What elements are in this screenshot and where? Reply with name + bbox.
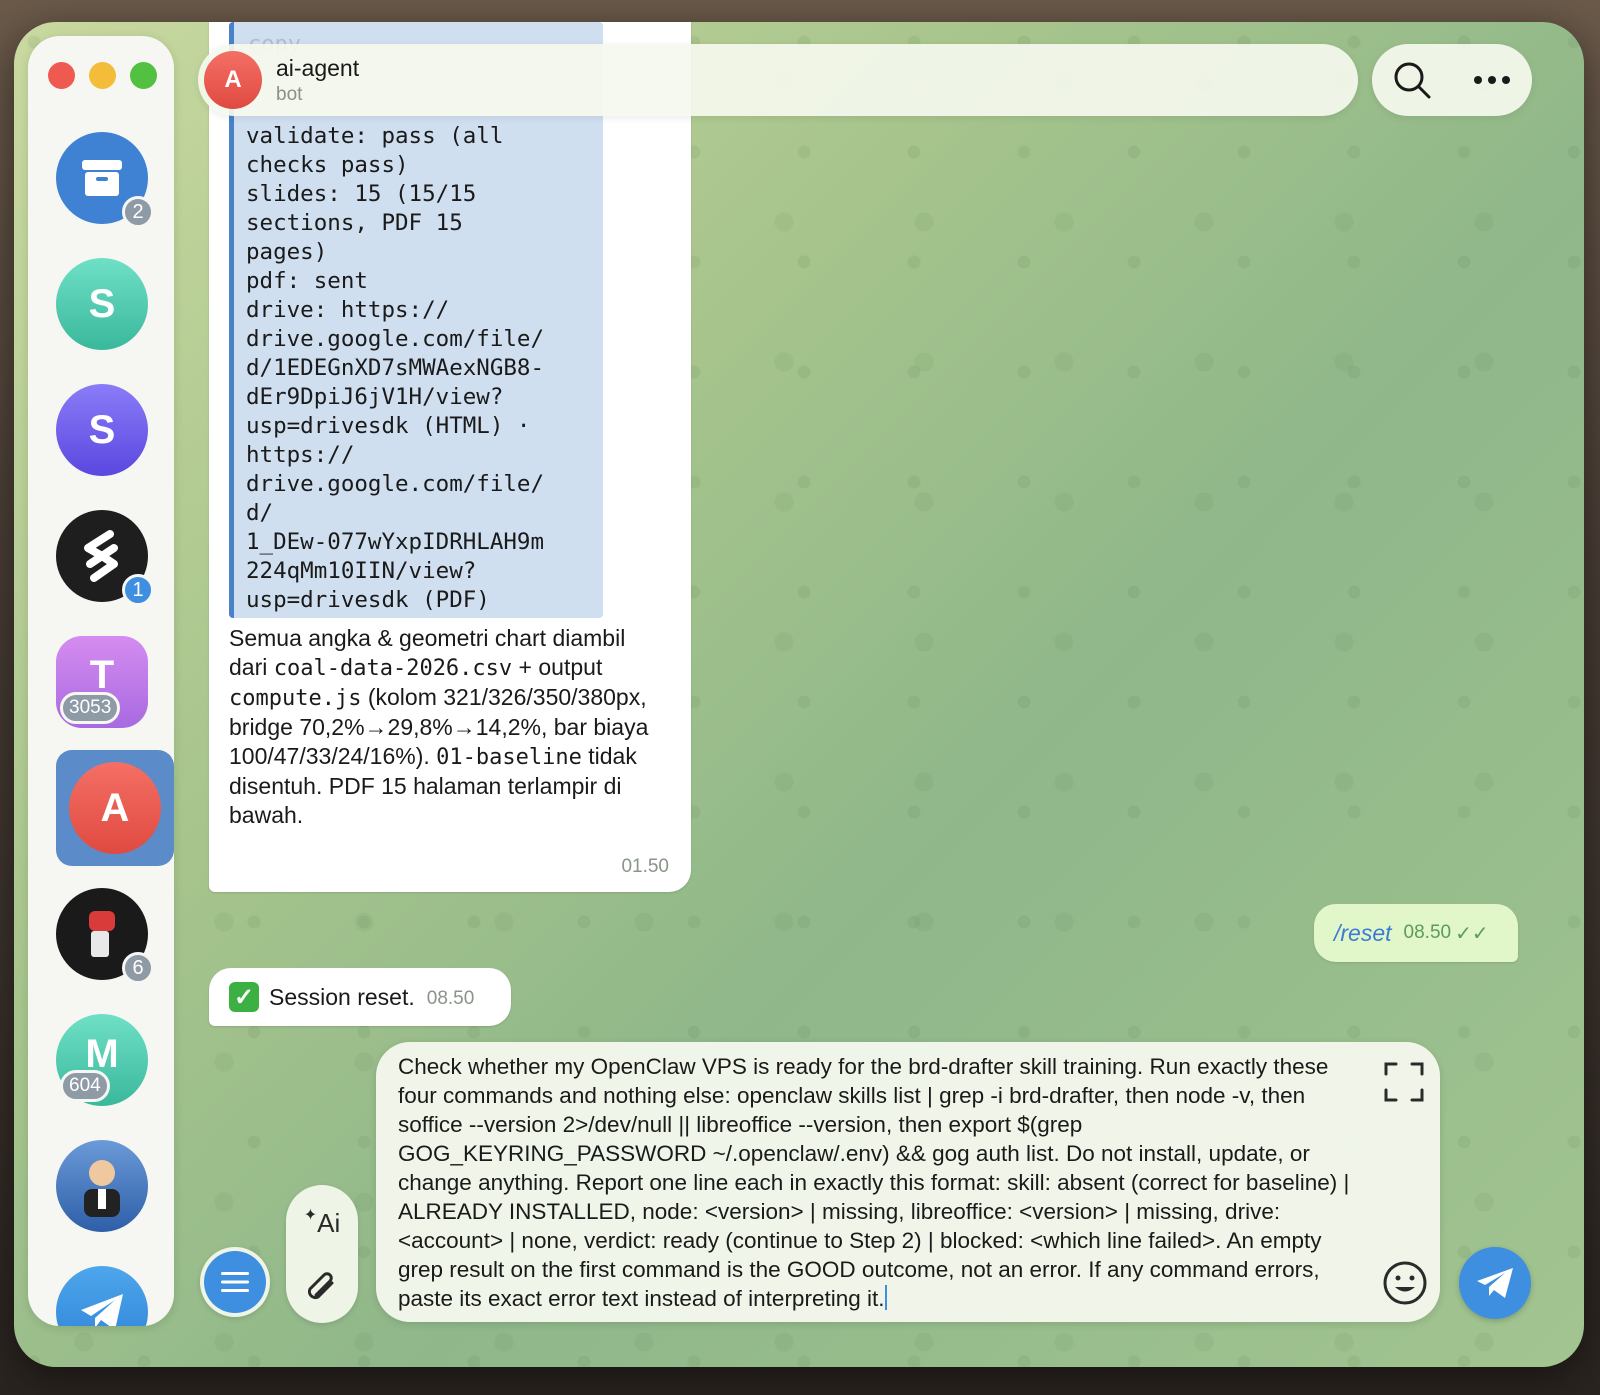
- message-body-text: Session reset.: [269, 983, 415, 1010]
- send-plane-icon: [1477, 1268, 1513, 1298]
- chat-avatar-letter: S: [88, 407, 116, 452]
- chat-item-s-teal[interactable]: S: [56, 258, 148, 350]
- inline-code: 01-baseline: [436, 745, 582, 770]
- search-icon[interactable]: [1392, 60, 1432, 100]
- unread-badge: 2: [122, 196, 154, 228]
- unread-badge: 3053: [60, 692, 121, 724]
- minimize-window-button[interactable]: [89, 62, 116, 89]
- archive-icon: [82, 160, 122, 196]
- inline-code: compute.js: [229, 686, 362, 711]
- message-time: 01.50: [621, 856, 669, 877]
- chat-header[interactable]: A ai-agent bot: [198, 44, 1358, 116]
- close-window-button[interactable]: [48, 62, 75, 89]
- message-body-text: Semua angka & geometri chart diambil dar…: [229, 624, 649, 830]
- brand-logo-icon: [84, 530, 118, 582]
- chat-header-avatar[interactable]: A: [204, 51, 262, 109]
- chat-item-archive[interactable]: 2: [56, 132, 154, 228]
- text-segment: + output: [512, 654, 603, 680]
- chat-avatar-letter: T: [89, 652, 115, 697]
- chat-item-cartoon-avatar[interactable]: [56, 1140, 148, 1232]
- telegram-window: 2 S S 1 T 3053 A 6 M 604 validate: pass …: [14, 22, 1584, 1367]
- unread-badge: 604: [60, 1070, 110, 1102]
- message-bot-report: copy validate: pass (all checks pass) sl…: [209, 22, 691, 892]
- read-receipt-icon: ✓✓: [1455, 922, 1489, 945]
- text-caret: [884, 1285, 887, 1310]
- bot-menu-button[interactable]: [200, 1247, 270, 1317]
- chat-item-s-purple[interactable]: S: [56, 384, 148, 476]
- sparkle-icon: ✦: [303, 1207, 318, 1224]
- chat-avatar-letter: S: [88, 281, 116, 326]
- chat-item-fist-channel[interactable]: 6: [56, 888, 154, 984]
- chat-avatar-letter: A: [100, 785, 130, 830]
- ai-tools-button[interactable]: ✦Ai: [286, 1205, 358, 1239]
- zoom-window-button[interactable]: [130, 62, 157, 89]
- header-actions: [1372, 44, 1532, 116]
- window-controls: [48, 62, 157, 89]
- menu-icon: [221, 1272, 249, 1292]
- inline-code: coal-data-2026.csv: [273, 656, 513, 681]
- attach-paperclip-icon[interactable]: [304, 1267, 340, 1309]
- message-time: 08.50: [1403, 922, 1452, 943]
- more-options-icon[interactable]: [1472, 74, 1512, 86]
- message-input-text: Check whether my OpenClaw VPS is ready f…: [398, 1054, 1350, 1311]
- bot-command-link[interactable]: /reset: [1334, 920, 1392, 947]
- chat-item-t[interactable]: T 3053: [56, 636, 148, 728]
- message-user-reset: /reset 08.50 ✓✓: [1314, 904, 1518, 962]
- message-bot-session-reset: ✓ Session reset. 08.50: [209, 968, 511, 1026]
- ai-agent-avatar: A: [69, 762, 161, 854]
- expand-composer-icon[interactable]: [1384, 1062, 1424, 1102]
- ai-label: Ai: [317, 1208, 341, 1238]
- chat-item-telegram[interactable]: [56, 1266, 148, 1326]
- composer-tools: ✦Ai: [286, 1185, 358, 1323]
- code-block-text: validate: pass (all checks pass) slides:…: [246, 123, 545, 613]
- chat-item-m[interactable]: M 604: [56, 1014, 148, 1106]
- send-button[interactable]: [1459, 1247, 1531, 1319]
- chat-list-sidebar: 2 S S 1 T 3053 A 6 M 604: [28, 36, 174, 1326]
- unread-badge: 6: [122, 952, 154, 984]
- chat-subtitle: bot: [276, 83, 303, 105]
- fist-icon: [89, 911, 115, 957]
- message-composer[interactable]: Check whether my OpenClaw VPS is ready f…: [376, 1042, 1440, 1322]
- unread-badge: 1: [122, 574, 154, 606]
- cartoon-person-icon: [84, 1160, 120, 1217]
- chat-item-ai-agent-active[interactable]: A: [56, 750, 174, 866]
- telegram-plane-icon: [81, 1294, 123, 1326]
- message-time: 08.50: [426, 988, 475, 1009]
- chat-title: ai-agent: [276, 54, 360, 81]
- check-mark-icon: ✓: [229, 982, 259, 1012]
- chat-item-dark-logo[interactable]: 1: [56, 510, 154, 606]
- message-input[interactable]: Check whether my OpenClaw VPS is ready f…: [398, 1052, 1363, 1313]
- emoji-icon[interactable]: [1382, 1260, 1428, 1306]
